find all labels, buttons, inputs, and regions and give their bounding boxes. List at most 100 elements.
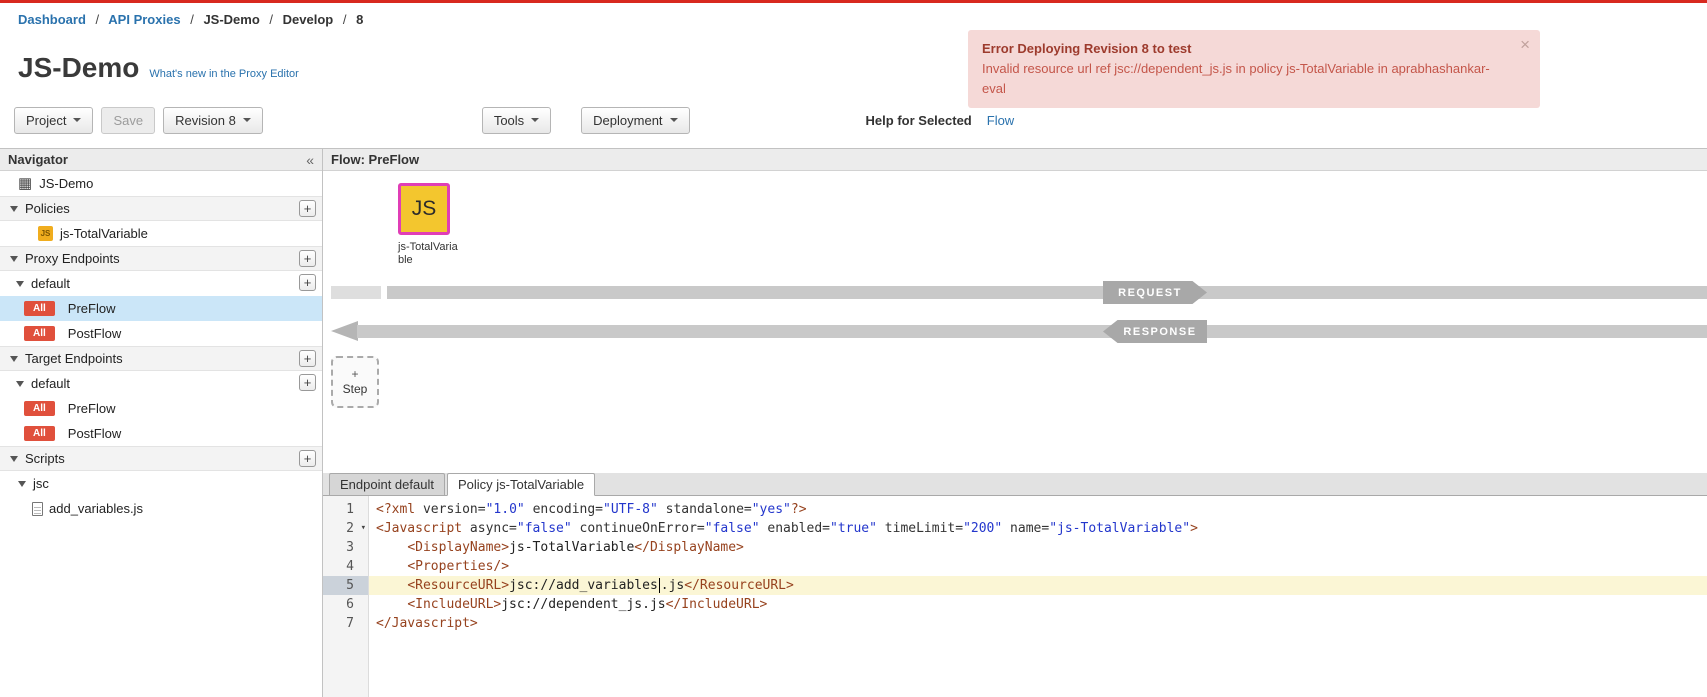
top-accent-bar	[0, 0, 1707, 3]
code-token-attr: continueOnError=	[580, 521, 705, 536]
code-line[interactable]: <ResourceURL>jsc://add_variables.js</Res…	[369, 576, 1707, 595]
tools-menu-label: Tools	[494, 113, 524, 128]
project-menu-button[interactable]: Project	[14, 107, 93, 134]
policy-node-js-totalvariable[interactable]: JS js-TotalVariable	[398, 183, 468, 267]
sidebar-item-target-default[interactable]: default +	[0, 371, 322, 396]
code-line[interactable]: <Javascript async="false" continueOnErro…	[369, 519, 1707, 538]
sidebar-section-scripts[interactable]: Scripts +	[0, 446, 322, 471]
chevron-down-icon	[243, 118, 251, 122]
code-token-plain	[572, 521, 580, 536]
text-cursor	[659, 578, 660, 593]
disclosure-triangle-icon[interactable]	[10, 256, 18, 262]
whats-new-link[interactable]: What's new in the Proxy Editor	[149, 68, 298, 80]
file-label: add_variables.js	[49, 501, 143, 516]
flow-item-label: PostFlow	[68, 426, 121, 441]
sidebar-item-add-variables-js[interactable]: add_variables.js	[0, 496, 322, 521]
code-token-attr: async=	[470, 521, 517, 536]
code-fold-icon[interactable]: ▾	[361, 519, 366, 538]
breadcrumb-dashboard[interactable]: Dashboard	[18, 12, 86, 27]
breadcrumb-api-proxies[interactable]: API Proxies	[108, 12, 180, 27]
project-menu-label: Project	[26, 113, 66, 128]
sidebar-item-target-postflow[interactable]: All PostFlow	[0, 421, 322, 446]
disclosure-triangle-icon[interactable]	[18, 481, 26, 487]
code-token-attr: enabled=	[767, 521, 830, 536]
add-step-button[interactable]: + Step	[331, 356, 379, 408]
all-badge: All	[24, 326, 55, 341]
error-banner-title: Error Deploying Revision 8 to test	[982, 39, 1506, 59]
deployment-menu-button[interactable]: Deployment	[581, 107, 689, 134]
chevron-down-icon	[670, 118, 678, 122]
code-editor[interactable]: 12▾34567 <?xml version="1.0" encoding="U…	[323, 496, 1707, 697]
code-token-plain	[376, 540, 407, 555]
code-token-attr: timeLimit=	[885, 521, 963, 536]
add-proxy-flow-button[interactable]: +	[299, 274, 316, 291]
flow-help-link[interactable]: Flow	[987, 113, 1014, 128]
code-token-val: "1.0"	[486, 502, 525, 517]
code-line[interactable]: <IncludeURL>jsc://dependent_js.js</Inclu…	[369, 595, 1707, 614]
add-target-flow-button[interactable]: +	[299, 374, 316, 391]
code-token-attr: version=	[423, 502, 486, 517]
sidebar-item-target-preflow[interactable]: All PreFlow	[0, 396, 322, 421]
save-button[interactable]: Save	[101, 107, 155, 134]
request-flow-bar	[387, 286, 1707, 299]
code-token-tag: </IncludeURL>	[666, 597, 768, 612]
revision-menu-button[interactable]: Revision 8	[163, 107, 263, 134]
code-token-val: "true"	[830, 521, 877, 536]
error-banner-message: Invalid resource url ref jsc://dependent…	[982, 59, 1506, 99]
breadcrumb-separator: /	[269, 12, 273, 27]
disclosure-triangle-icon[interactable]	[10, 206, 18, 212]
navigator-header: Navigator «	[0, 149, 322, 171]
code-line[interactable]: <Properties/>	[369, 557, 1707, 576]
tab-policy-js-totalvariable[interactable]: Policy js-TotalVariable	[447, 473, 595, 496]
request-flow-stub	[331, 286, 381, 299]
disclosure-triangle-icon[interactable]	[16, 281, 24, 287]
collapse-panel-icon[interactable]: «	[306, 152, 314, 168]
sidebar-item-js-totalvariable[interactable]: JS js-TotalVariable	[0, 221, 322, 246]
code-token-val: "UTF-8"	[603, 502, 658, 517]
sidebar-section-policies[interactable]: Policies +	[0, 196, 322, 221]
chevron-down-icon	[73, 118, 81, 122]
policy-icon-text: JS	[412, 197, 437, 221]
code-line[interactable]: <?xml version="1.0" encoding="UTF-8" sta…	[369, 500, 1707, 519]
sidebar-item-jsdemo[interactable]: ▦ JS-Demo	[0, 171, 322, 196]
plus-icon: +	[351, 369, 358, 379]
code-token-tag: <?xml	[376, 502, 423, 517]
code-token-attr: encoding=	[533, 502, 603, 517]
tools-menu-button[interactable]: Tools	[482, 107, 551, 134]
disclosure-triangle-icon[interactable]	[10, 456, 18, 462]
code-line[interactable]: <DisplayName>js-TotalVariable</DisplayNa…	[369, 538, 1707, 557]
section-label: Proxy Endpoints	[25, 251, 120, 266]
code-token-plain	[376, 597, 407, 612]
add-target-endpoint-button[interactable]: +	[299, 350, 316, 367]
code-token-val: "false"	[517, 521, 572, 536]
breadcrumb-develop: Develop	[283, 12, 334, 27]
breadcrumb-separator: /	[190, 12, 194, 27]
sidebar-item-jsc[interactable]: jsc	[0, 471, 322, 496]
code-token-tag: <DisplayName>	[407, 540, 509, 555]
code-lines[interactable]: <?xml version="1.0" encoding="UTF-8" sta…	[369, 496, 1707, 697]
disclosure-triangle-icon[interactable]	[16, 381, 24, 387]
code-token-plain: js-TotalVariable	[509, 540, 634, 555]
revision-menu-label: Revision 8	[175, 113, 236, 128]
add-proxy-endpoint-button[interactable]: +	[299, 250, 316, 267]
code-line[interactable]: </Javascript>	[369, 614, 1707, 633]
flow-header: Flow: PreFlow	[323, 149, 1707, 171]
tab-endpoint-default[interactable]: Endpoint default	[329, 473, 445, 496]
add-script-button[interactable]: +	[299, 450, 316, 467]
code-token-plain	[877, 521, 885, 536]
sidebar-item-proxy-postflow[interactable]: All PostFlow	[0, 321, 322, 346]
javascript-policy-icon[interactable]: JS	[398, 183, 450, 235]
close-icon[interactable]: ×	[1520, 35, 1530, 55]
disclosure-triangle-icon[interactable]	[10, 356, 18, 362]
code-panel: Endpoint default Policy js-TotalVariable…	[323, 473, 1707, 697]
chevron-down-icon	[531, 118, 539, 122]
all-badge: All	[24, 401, 55, 416]
workspace: Navigator « ▦ JS-Demo Policies + JS js-T…	[0, 148, 1707, 697]
sidebar-section-proxy-endpoints[interactable]: Proxy Endpoints +	[0, 246, 322, 271]
add-policy-button[interactable]: +	[299, 200, 316, 217]
folder-label: jsc	[33, 476, 49, 491]
sidebar-item-proxy-default[interactable]: default +	[0, 271, 322, 296]
endpoint-label: default	[31, 376, 70, 391]
sidebar-section-target-endpoints[interactable]: Target Endpoints +	[0, 346, 322, 371]
sidebar-item-proxy-preflow[interactable]: All PreFlow	[0, 296, 322, 321]
